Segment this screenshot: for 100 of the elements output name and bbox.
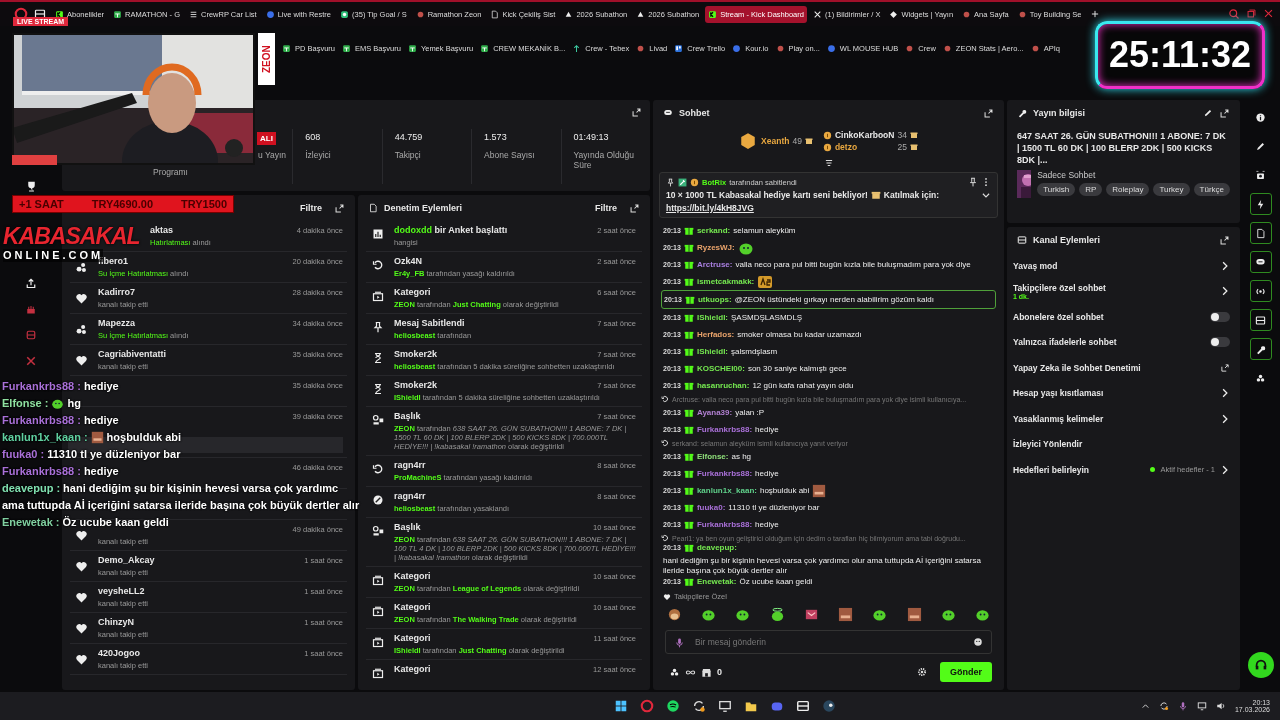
chat-username[interactable]: hasanruchan: (696, 380, 750, 391)
chat-username[interactable]: deavepup: (696, 543, 737, 553)
expand-icon[interactable] (1219, 234, 1230, 246)
emote-icon[interactable] (940, 607, 956, 622)
setting-label[interactable]: Hedefleri belirleyin (1013, 464, 1090, 475)
card-icon[interactable] (1249, 309, 1272, 331)
chat-username[interactable]: kanlun1x_kaan: (696, 485, 757, 496)
app-icon[interactable] (692, 699, 707, 713)
tag-pill[interactable]: Türkçe (1193, 183, 1230, 196)
leader-name[interactable]: Xeanth (761, 136, 790, 146)
emote-icon[interactable] (735, 607, 751, 622)
leader-name[interactable]: CinkoKarbooN (834, 130, 895, 140)
emote-icon[interactable] (906, 607, 922, 622)
chat-username[interactable]: Furkankrbs88: (696, 519, 753, 530)
chat-username[interactable]: ismetcakmakk: (696, 276, 755, 287)
setting-label[interactable]: Yasaklanmış kelimeler (1013, 413, 1104, 424)
emote-icon[interactable] (974, 607, 990, 622)
points-icon[interactable] (669, 666, 680, 678)
restore-icon[interactable] (1246, 8, 1257, 19)
expand-icon[interactable] (629, 202, 640, 214)
setting-label[interactable]: Yalnızca ifadelerle sohbet (1013, 337, 1117, 348)
app-icon[interactable] (718, 699, 733, 713)
toggle-switch[interactable] (1210, 337, 1230, 348)
game-app-icon[interactable] (822, 699, 837, 713)
music-app-icon[interactable] (666, 699, 681, 713)
category-name[interactable]: Sadece Sohbet (1037, 170, 1230, 180)
leader-name[interactable]: detzo (834, 142, 858, 152)
chat-username[interactable]: Arctruse: (696, 259, 733, 270)
emote-icon[interactable] (838, 607, 854, 622)
chevron-icon[interactable] (1220, 286, 1230, 297)
bolt-icon[interactable] (1249, 193, 1272, 215)
external-link-icon[interactable] (1220, 362, 1230, 373)
setting-label[interactable]: Abonelere özel sohbet (1013, 311, 1104, 322)
tag-pill[interactable]: Roleplay (1106, 183, 1150, 196)
expand-icon[interactable] (631, 107, 642, 118)
chat-username[interactable]: Furkankrbs88: (696, 424, 753, 435)
doc-icon[interactable] (1249, 222, 1272, 244)
browser-icon[interactable] (640, 699, 655, 713)
expand-icon[interactable] (983, 107, 994, 119)
chat-username[interactable]: IShieldI: (696, 346, 729, 357)
emote-icon[interactable] (803, 607, 819, 622)
chat-username[interactable]: IShieldI: (696, 312, 729, 323)
emoji-icon[interactable] (973, 637, 983, 647)
chevron-icon[interactable] (1220, 260, 1230, 271)
pinned-link[interactable]: https://bit.ly/4kH8JVG (666, 203, 754, 213)
chat-username[interactable]: Elfonse: (696, 451, 729, 462)
chat-username[interactable]: serkand: (696, 225, 731, 236)
expand-icon[interactable] (1219, 107, 1230, 119)
tag-pill[interactable]: RP (1079, 183, 1103, 196)
microphone-icon[interactable] (1177, 701, 1188, 711)
chat-icon[interactable] (1249, 251, 1272, 273)
send-button[interactable]: Gönder (940, 662, 992, 682)
microphone-icon[interactable] (674, 636, 685, 648)
network-icon[interactable] (1196, 701, 1207, 711)
chevron-icon[interactable] (1220, 388, 1230, 399)
sync-icon[interactable] (1158, 701, 1169, 711)
expand-icon[interactable] (334, 202, 345, 214)
message-field[interactable]: Bir mesaj gönderin (665, 630, 992, 654)
upload-icon[interactable] (25, 277, 37, 289)
support-button[interactable] (1247, 652, 1274, 678)
store-icon[interactable] (701, 666, 712, 678)
new-tab-icon[interactable] (1090, 9, 1101, 19)
search-icon[interactable] (1228, 8, 1240, 20)
setting-label[interactable]: Yavaş mod (1013, 260, 1058, 271)
emote-icon[interactable] (872, 607, 888, 622)
wrench-icon[interactable] (1249, 338, 1272, 360)
emote-icon[interactable] (769, 607, 785, 622)
tag-pill[interactable]: Turkey (1153, 183, 1190, 196)
collapse-icon[interactable] (823, 158, 834, 168)
broadcast-icon[interactable] (1249, 280, 1272, 302)
setting-label[interactable]: İzleyici Yönlendir (1013, 439, 1083, 450)
filter-button[interactable]: Filtre (300, 203, 322, 213)
chat-username[interactable]: Furkankrbs88: (696, 468, 753, 479)
toggle-switch[interactable] (1210, 311, 1230, 322)
message-input[interactable]: Bir mesaj gönderin (693, 636, 965, 648)
chat-username[interactable]: Herfados: (696, 329, 735, 340)
unpin-icon[interactable] (968, 177, 978, 187)
emote-icon[interactable] (667, 607, 682, 622)
x-logo-icon[interactable] (25, 355, 37, 367)
chat-username[interactable]: utkuops: (697, 294, 732, 305)
chevron-icon[interactable] (1220, 413, 1230, 424)
filter-button[interactable]: Filtre (595, 203, 617, 213)
caret-icon[interactable] (981, 190, 991, 200)
setting-label[interactable]: Yapay Zeka ile Sohbet Denetimi (1013, 362, 1141, 373)
edit-icon[interactable] (1203, 108, 1213, 118)
setting-label[interactable]: Hesap yaşı kısıtlaması (1013, 388, 1104, 399)
emote-icon[interactable] (701, 607, 717, 622)
chat-username[interactable]: Enewetak: (696, 576, 737, 587)
chevron-icon[interactable] (1220, 464, 1230, 475)
setting-label[interactable]: Takipçilere özel sohbet (1013, 282, 1106, 293)
cake-icon[interactable] (25, 303, 37, 315)
app-icon[interactable] (796, 699, 811, 713)
chat-username[interactable]: RyzesWJ: (696, 242, 735, 253)
close-icon[interactable] (1263, 8, 1274, 19)
settings-icon[interactable] (917, 667, 927, 677)
chat-username[interactable]: KOSCHEI00: (696, 363, 745, 374)
tag-pill[interactable]: Turkish (1037, 183, 1076, 196)
start-icon[interactable] (614, 699, 629, 713)
chat-username[interactable]: Ayana39: (696, 407, 733, 418)
volume-icon[interactable] (1215, 701, 1226, 711)
